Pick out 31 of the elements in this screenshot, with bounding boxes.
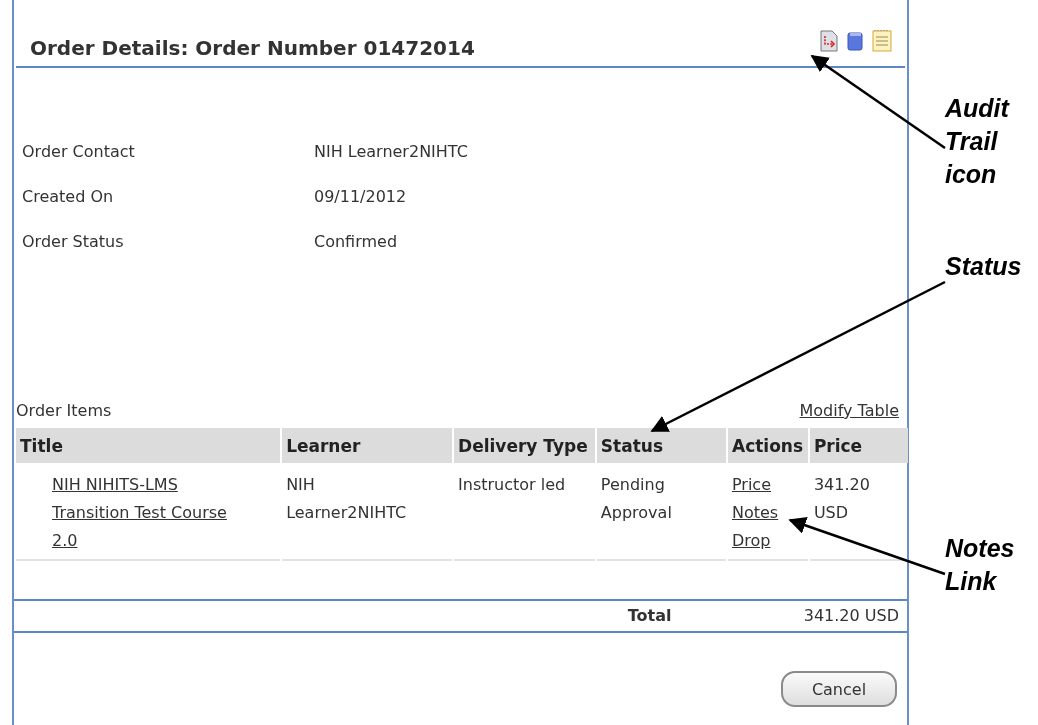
field-label: Order Contact [22,142,136,161]
course-title-link[interactable]: NIH NIHITS-LMS Transition Test Course 2.0 [20,471,257,555]
book-icon[interactable] [847,31,863,51]
column-header: Actions [727,428,808,463]
window-title: Order Details: Order Number 01472014 [30,36,475,60]
column-header: Status [596,428,726,463]
total-value: 341.20 USD [803,606,899,625]
field-label: Order Status [22,232,125,251]
cancel-button[interactable]: Cancel [781,671,897,707]
status-cell: Pending Approval [596,463,726,561]
column-header: Learner [282,428,453,463]
audit-trail-icon[interactable] [819,30,839,52]
callout-label: Audit Trail icon [945,93,1009,190]
field-value: Confirmed [314,232,399,251]
column-header: Title [16,428,281,463]
delivery-type-cell: Instructor led [454,463,595,561]
field-value: 09/11/2012 [314,187,408,206]
callout-label: Notes Link [945,533,1015,597]
action-link[interactable]: Drop [731,527,804,555]
total-label: Total [627,606,673,625]
callout-label: Status [945,251,1022,282]
price-cell-text: 341.20 USD [813,474,871,524]
learner-cell: NIH Learner2NIHTC [282,463,453,561]
section-title: Order Items [16,401,112,420]
action-link[interactable]: Notes [731,499,804,527]
column-header: Delivery Type [454,428,595,463]
field-label: Created On [22,187,115,206]
action-link[interactable]: Price [731,471,804,499]
modify-table-link[interactable]: Modify Table [799,401,899,420]
column-header: Price [809,428,908,463]
field-value: NIH Learner2NIHTC [314,142,469,161]
